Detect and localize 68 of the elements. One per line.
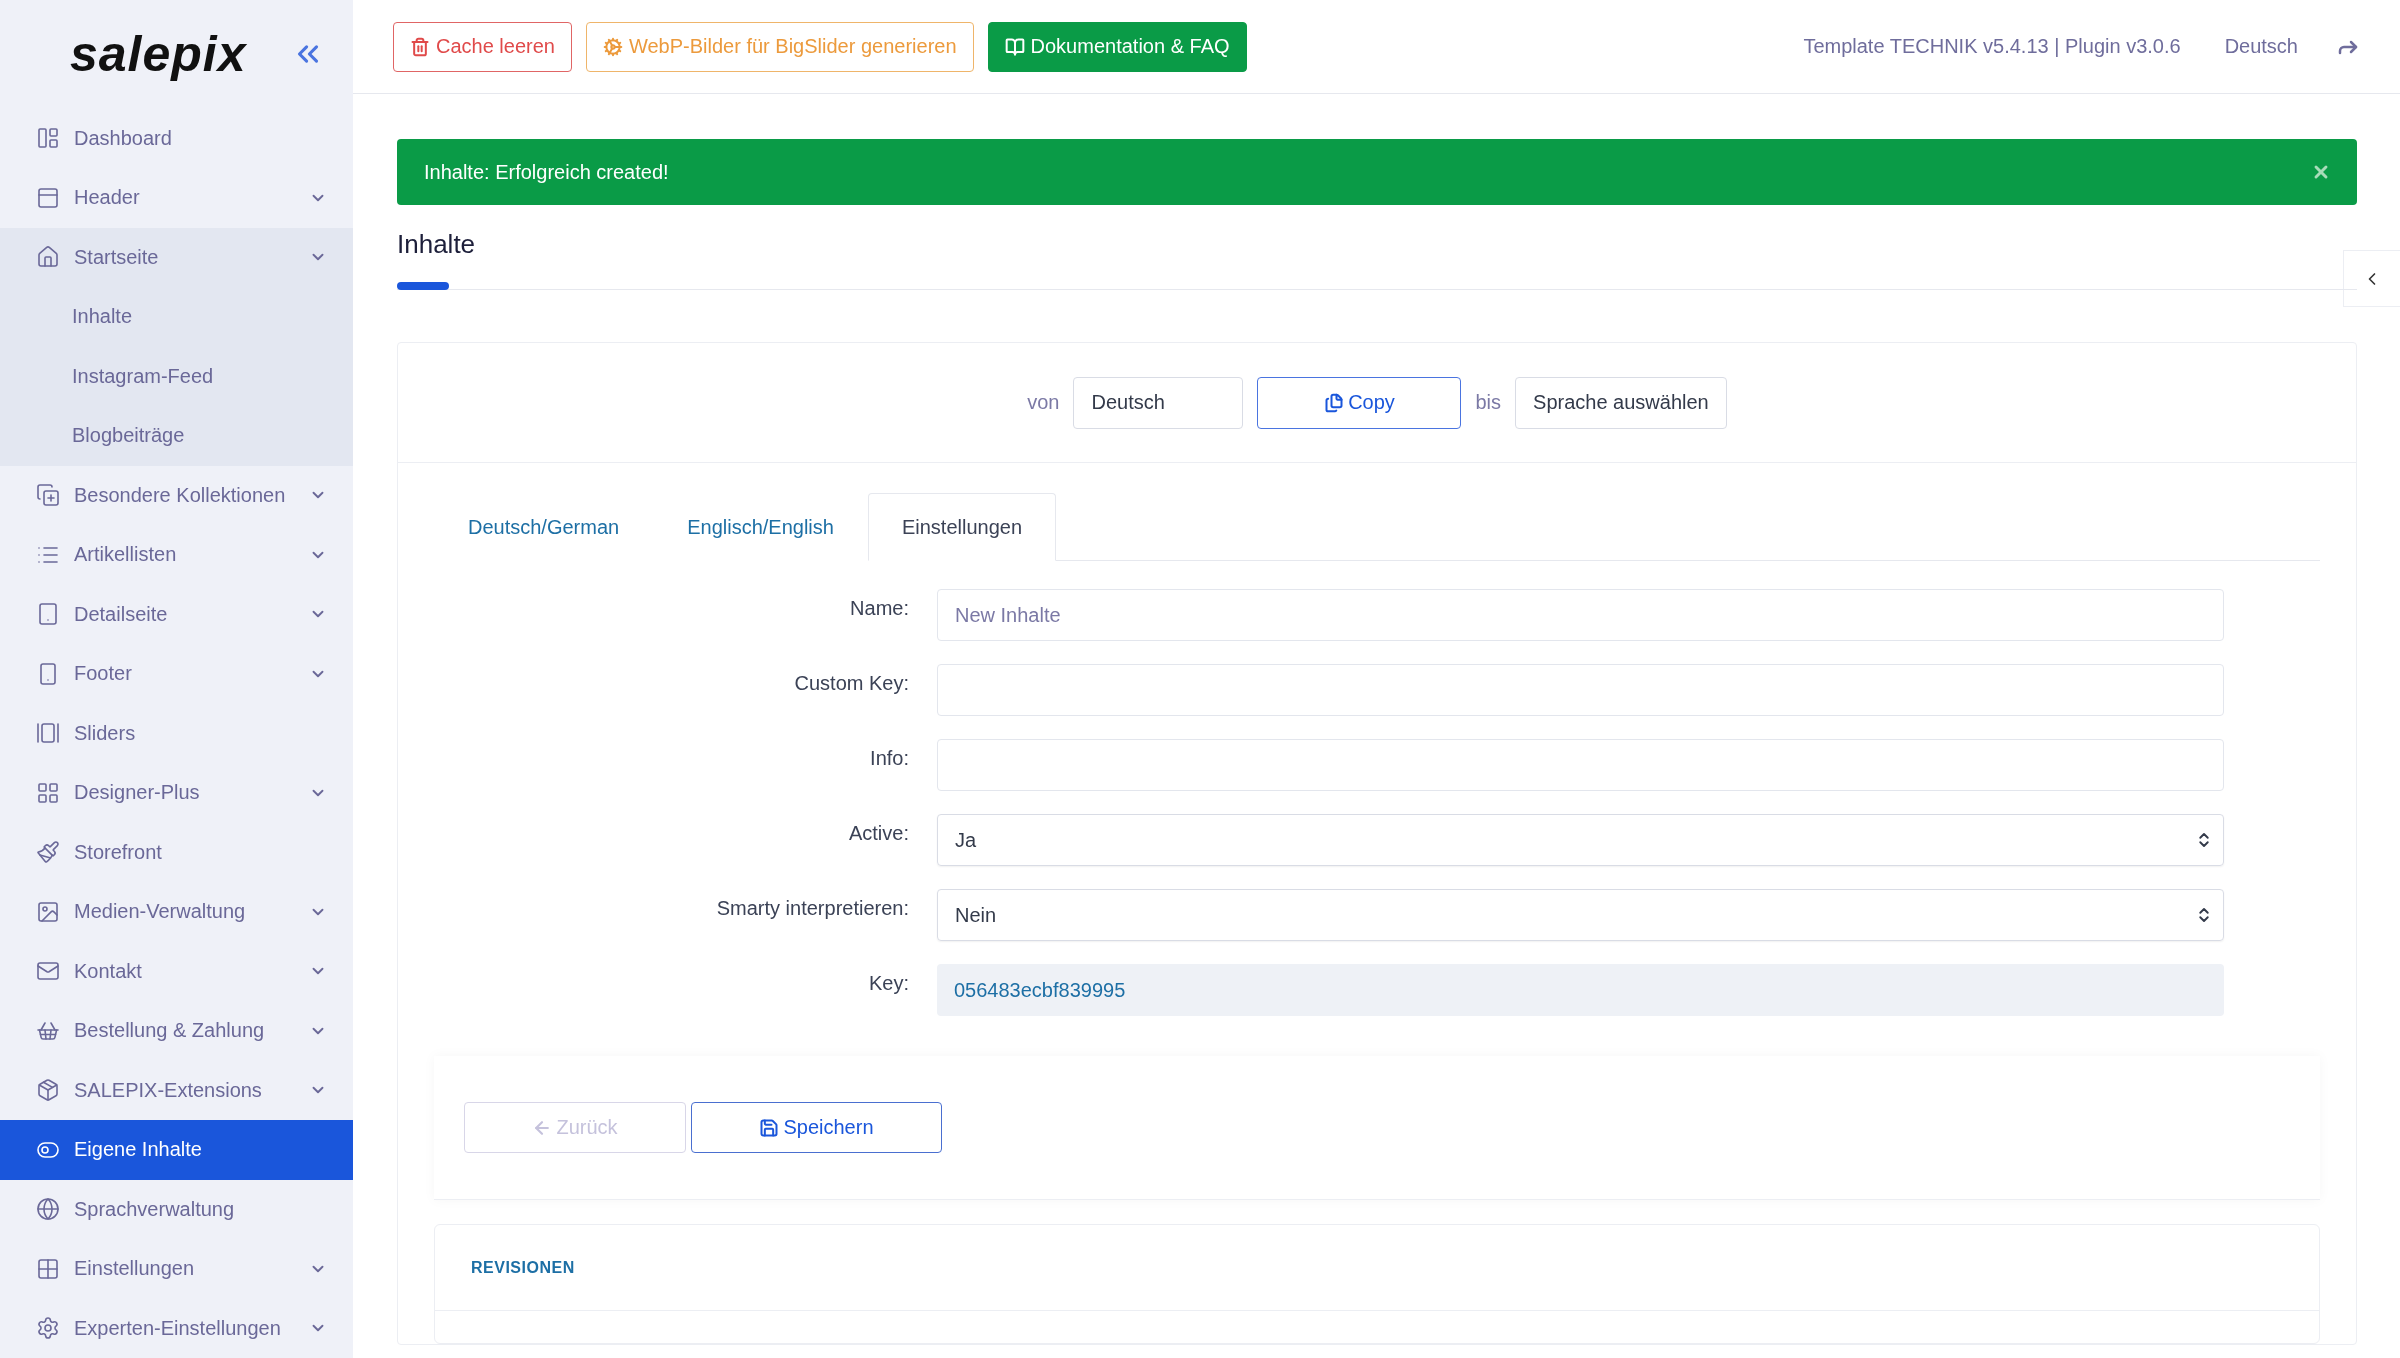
field-label: Info: bbox=[869, 746, 909, 770]
copy-button[interactable]: Copy bbox=[1257, 376, 1462, 429]
menu-icon bbox=[36, 602, 60, 627]
sidebar-item[interactable]: SALEPIX-Extensions bbox=[0, 1060, 353, 1120]
to-label: bis bbox=[1475, 391, 1502, 414]
menu-icon bbox=[36, 899, 60, 924]
sidebar-item[interactable]: Footer bbox=[0, 644, 353, 704]
sidebar-item[interactable]: Experten-Einstellungen bbox=[0, 1298, 353, 1358]
input-field[interactable] bbox=[937, 664, 2224, 716]
save-icon bbox=[759, 1117, 780, 1138]
title-underline bbox=[397, 282, 449, 290]
menu-icon bbox=[36, 1078, 60, 1103]
toolbar-button[interactable]: Dokumentation & FAQ bbox=[987, 21, 1247, 72]
sidebar-subitem[interactable]: Inhalte bbox=[0, 287, 353, 347]
field-label: Key: bbox=[867, 971, 909, 995]
sidebar-item[interactable]: Medien-Verwaltung bbox=[0, 882, 353, 942]
version-text: Template TECHNIK v5.4.13 | Plugin v3.0.6 bbox=[1803, 35, 2181, 58]
sidebar-item[interactable]: Sliders bbox=[0, 703, 353, 763]
sidebar-item[interactable]: Detailseite bbox=[0, 584, 353, 644]
sidebar-item[interactable]: Storefront bbox=[0, 822, 353, 882]
menu-icon bbox=[36, 1316, 60, 1341]
alert-message: Inhalte: Erfolgreich created! bbox=[424, 160, 669, 184]
panel-toggle[interactable] bbox=[2343, 250, 2400, 307]
select-field[interactable]: Ja bbox=[937, 814, 2224, 866]
sidebar-item[interactable]: Designer-Plus bbox=[0, 763, 353, 823]
sidebar-item[interactable]: Sprachverwaltung bbox=[0, 1179, 353, 1239]
copy-icon bbox=[1324, 392, 1345, 413]
tab[interactable]: Einstellungen bbox=[867, 493, 1056, 561]
menu-icon bbox=[36, 1197, 60, 1222]
sidebar-item[interactable]: Einstellungen bbox=[0, 1239, 353, 1299]
menu-icon bbox=[36, 840, 60, 865]
page-title: Inhalte bbox=[397, 229, 477, 260]
field-label: Smarty interpretieren: bbox=[715, 896, 909, 920]
menu-icon bbox=[36, 483, 60, 508]
menu-icon bbox=[36, 185, 60, 210]
button-icon bbox=[1004, 36, 1025, 57]
select-field[interactable]: Nein bbox=[937, 889, 2224, 941]
language-link[interactable]: Deutsch bbox=[2224, 35, 2298, 58]
menu-icon bbox=[36, 245, 60, 270]
input-field[interactable]: New Inhalte bbox=[937, 589, 2224, 641]
sidebar-item[interactable]: Dashboard bbox=[0, 108, 353, 168]
field-label: Custom Key: bbox=[793, 671, 909, 695]
menu-icon bbox=[36, 126, 60, 151]
menu-icon bbox=[36, 721, 60, 746]
button-icon bbox=[410, 36, 430, 57]
language-select[interactable]: Sprache auswählen bbox=[1515, 376, 1727, 429]
logo: salepix bbox=[70, 25, 247, 84]
menu-icon bbox=[36, 780, 60, 805]
field-label: Name: bbox=[849, 596, 909, 620]
sidebar-item[interactable]: Startseite bbox=[0, 227, 353, 287]
input-field[interactable] bbox=[937, 739, 2224, 791]
readonly-field: 056483ecbf839995 bbox=[937, 964, 2224, 1016]
field-label: Active: bbox=[847, 821, 909, 845]
sidebar-item[interactable]: Besondere Kollektionen bbox=[0, 465, 353, 525]
save-button[interactable]: Speichern bbox=[691, 1102, 942, 1153]
sidebar-item[interactable]: Artikellisten bbox=[0, 525, 353, 585]
sidebar-item[interactable]: Eigene Inhalte bbox=[0, 1120, 353, 1180]
revisions-title: REVISIONEN bbox=[471, 1258, 575, 1277]
sidebar-item[interactable]: Bestellung & Zahlung bbox=[0, 1001, 353, 1061]
toolbar-button[interactable]: Cache leeren bbox=[393, 21, 572, 72]
from-label: von bbox=[1027, 391, 1060, 414]
sidebar-item[interactable]: Kontakt bbox=[0, 941, 353, 1001]
button-icon bbox=[602, 36, 623, 57]
sidebar-subitem[interactable]: Blogbeiträge bbox=[0, 406, 353, 466]
sidebar-item[interactable]: Header bbox=[0, 168, 353, 228]
menu-icon bbox=[36, 1256, 60, 1281]
language-select[interactable]: Deutsch bbox=[1073, 376, 1244, 429]
sidebar-subitem[interactable]: Instagram-Feed bbox=[0, 346, 353, 406]
